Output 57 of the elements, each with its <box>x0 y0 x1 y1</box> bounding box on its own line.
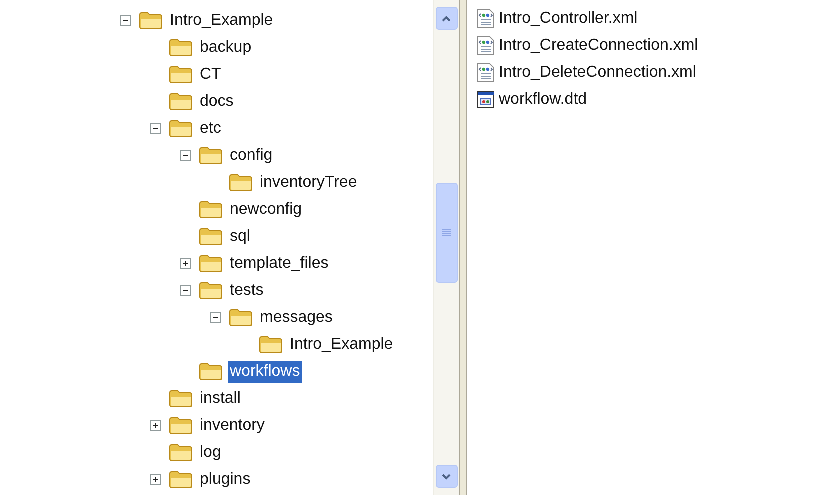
folder-item[interactable]: etc <box>198 118 224 140</box>
dtd-file-icon <box>477 90 495 110</box>
folder-icon <box>229 174 253 192</box>
folder-icon <box>199 146 223 164</box>
folder-icon <box>169 66 193 84</box>
folder-icon <box>229 308 253 326</box>
folder-icon <box>169 390 193 408</box>
folder-item[interactable]: docs <box>198 90 236 112</box>
folder-item[interactable]: newconfig <box>228 198 304 220</box>
folder-icon <box>169 470 193 488</box>
folder-icon <box>259 336 283 354</box>
folder-icon <box>169 38 193 56</box>
folder-item[interactable]: Intro_Example <box>168 10 276 32</box>
file-item[interactable]: Intro_Controller.xml <box>499 6 638 30</box>
folder-item[interactable]: sql <box>228 226 252 248</box>
folder-item[interactable]: template_files <box>228 252 331 274</box>
folder-item[interactable]: CT <box>198 64 224 86</box>
folder-icon <box>139 12 163 30</box>
folder-item[interactable]: inventory <box>198 414 267 436</box>
scroll-thumb[interactable] <box>436 183 458 283</box>
expand-toggle-icon[interactable] <box>150 474 161 485</box>
xml-file-icon <box>477 62 495 82</box>
xml-file-icon <box>477 36 495 56</box>
folder-icon <box>199 282 223 300</box>
file-item[interactable]: workflow.dtd <box>499 88 588 112</box>
folder-icon <box>169 416 193 434</box>
file-item[interactable]: Intro_CreateConnection.xml <box>499 34 698 58</box>
folder-item[interactable]: messages <box>258 306 335 328</box>
collapse-toggle-icon[interactable] <box>210 312 221 323</box>
folder-icon <box>169 444 193 462</box>
folder-icon <box>199 228 223 246</box>
collapse-toggle-icon[interactable] <box>120 15 131 26</box>
folder-icon <box>199 200 223 218</box>
folder-item[interactable]: config <box>228 144 275 166</box>
folder-item[interactable]: plugins <box>198 468 253 490</box>
folder-item[interactable]: inventoryTree <box>258 172 360 194</box>
folder-item[interactable]: Intro_Example <box>288 334 396 356</box>
folder-item[interactable]: tests <box>228 280 266 302</box>
folder-icon <box>199 362 223 380</box>
scrollbar[interactable] <box>433 0 459 495</box>
file-item[interactable]: Intro_DeleteConnection.xml <box>499 60 696 84</box>
folder-item[interactable]: backup <box>198 36 254 58</box>
folder-icon <box>169 120 193 138</box>
collapse-toggle-icon[interactable] <box>150 123 161 134</box>
collapse-toggle-icon[interactable] <box>180 285 191 296</box>
xml-file-icon <box>477 8 495 28</box>
scroll-down-button[interactable] <box>436 465 458 488</box>
folder-icon <box>199 254 223 272</box>
folder-item[interactable]: install <box>198 388 243 410</box>
folder-item[interactable]: log <box>198 442 224 464</box>
expand-toggle-icon[interactable] <box>150 420 161 431</box>
collapse-toggle-icon[interactable] <box>180 150 191 161</box>
folder-item[interactable]: workflows <box>228 360 302 382</box>
grip-icon <box>442 229 451 237</box>
scroll-up-button[interactable] <box>436 7 458 30</box>
folder-icon <box>169 92 193 110</box>
expand-toggle-icon[interactable] <box>180 258 191 269</box>
